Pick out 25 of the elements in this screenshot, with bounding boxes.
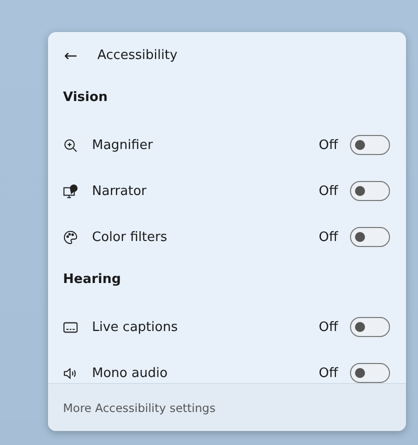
speaker-icon bbox=[63, 366, 78, 380]
toggle-switch[interactable] bbox=[350, 317, 390, 337]
more-settings-link[interactable]: More Accessibility settings bbox=[63, 400, 216, 414]
narrator-icon bbox=[63, 184, 78, 198]
status-text: Off bbox=[318, 230, 338, 244]
panel-title: Accessibility bbox=[97, 48, 178, 62]
palette-icon bbox=[63, 230, 78, 244]
section-heading: Vision bbox=[62, 89, 109, 107]
setting-label: Narrator bbox=[92, 184, 148, 198]
magnifier-icon bbox=[63, 138, 78, 152]
setting-label: Mono audio bbox=[92, 366, 169, 380]
toggle-switch[interactable] bbox=[350, 227, 390, 247]
toggle-switch[interactable] bbox=[350, 135, 390, 155]
status-text: Off bbox=[318, 138, 338, 152]
setting-label: Color filters bbox=[92, 230, 168, 244]
toggle-switch[interactable] bbox=[350, 181, 390, 201]
status-text: Off bbox=[318, 320, 338, 334]
back-button[interactable]: ← bbox=[60, 44, 82, 66]
setting-label: Magnifier bbox=[92, 138, 154, 152]
section-heading: Hearing bbox=[62, 271, 122, 289]
status-text: Off bbox=[318, 366, 338, 380]
setting-label: Live captions bbox=[92, 320, 179, 334]
status-text: Off bbox=[318, 184, 338, 198]
captions-icon bbox=[63, 320, 78, 334]
toggle-switch[interactable] bbox=[350, 363, 390, 383]
